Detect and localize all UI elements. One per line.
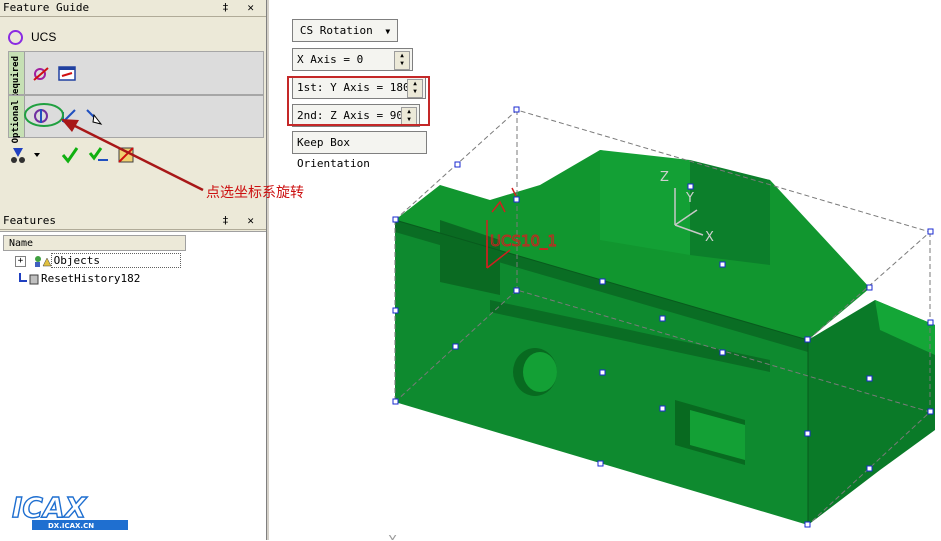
name-column-header[interactable]: Name (3, 235, 186, 251)
cs-rotation-dropdown[interactable]: CS Rotation ▼ (292, 19, 398, 42)
features-titlebar: Features ‡ ✕ (0, 213, 266, 230)
svg-text:DX.ICAX.CN: DX.ICAX.CN (48, 522, 94, 530)
ucs-header: UCS (8, 30, 57, 46)
axis-x-label: X (705, 230, 714, 245)
ucs-icon (8, 30, 23, 46)
model-raised-block (690, 160, 770, 265)
required-tab[interactable]: Required (9, 52, 25, 99)
icax-logo: ICAX DX.ICAX.CN (11, 490, 128, 530)
highlight-box (287, 76, 430, 126)
callout-arrow (61, 119, 204, 192)
axis-y-label: Y (685, 191, 694, 206)
tree-row-resethistory[interactable]: ResetHistory182 (19, 272, 140, 285)
feature-guide-title: Feature Guide (3, 1, 90, 14)
cs-rotation-label: CS Rotation (299, 24, 373, 37)
ucs-name-label: UCS10_1 (490, 232, 557, 251)
left-dock-panel: Feature Guide ‡ ✕ UCS Required Optional (0, 0, 267, 541)
tree-row-objects[interactable]: + Objects (15, 253, 181, 268)
svg-text:ICAX: ICAX (12, 491, 88, 524)
edit-ucs-icon[interactable] (31, 64, 51, 84)
axis-z-label: Z (660, 170, 669, 185)
x-axis-value: X Axis = 0 (297, 53, 364, 66)
bottom-axis-label: X (388, 534, 397, 540)
chevron-down-icon: ▼ (385, 27, 391, 36)
options-dropdown-icon[interactable] (8, 145, 42, 165)
reset-history-icon (19, 273, 41, 285)
feature-guide-pin-close[interactable]: ‡ ✕ (222, 0, 260, 16)
ucs-dialog-icon[interactable] (57, 64, 77, 84)
keep-box-orientation-button[interactable]: Keep Box Orientation (292, 131, 427, 170)
tree-label: Objects (50, 253, 181, 268)
feature-guide-titlebar: Feature Guide ‡ ✕ (0, 0, 266, 17)
features-title: Features (3, 214, 56, 227)
required-section: Required (8, 51, 264, 99)
tree-label: ResetHistory182 (41, 272, 141, 285)
x-axis-stepper[interactable]: ▲ ▼ (394, 51, 410, 70)
x-axis-spinner[interactable]: X Axis = 0 ▲ ▼ (292, 48, 413, 71)
annotation-text: 点选坐标系旋转 (206, 185, 304, 201)
ucs-label: UCS (31, 30, 57, 44)
features-pin-close[interactable]: ‡ ✕ (222, 213, 260, 229)
objects-icon (33, 255, 52, 267)
expand-icon[interactable]: + (15, 255, 26, 267)
